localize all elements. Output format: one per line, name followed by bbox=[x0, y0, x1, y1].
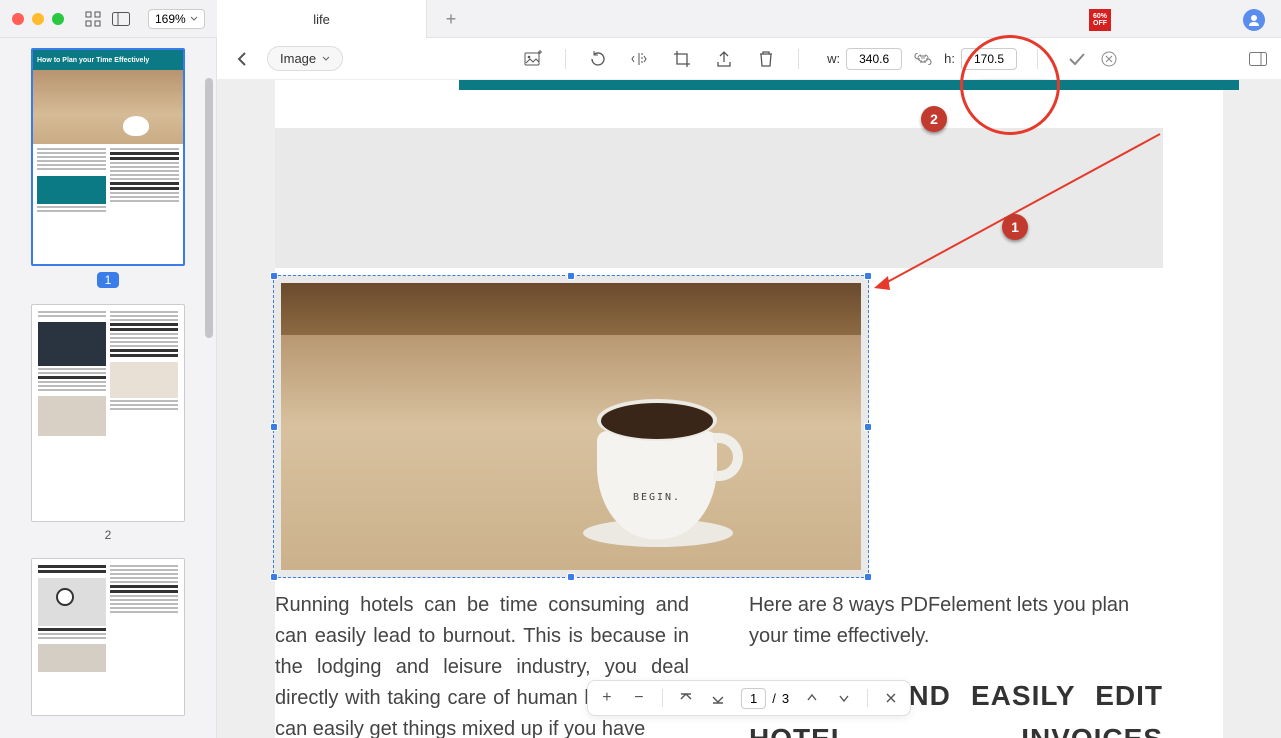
annotation-step-2: 2 bbox=[921, 106, 947, 132]
prev-page-button[interactable] bbox=[803, 689, 821, 707]
zoom-value: 169% bbox=[155, 12, 186, 26]
width-input[interactable] bbox=[846, 48, 902, 70]
document-page: BEGIN. Running hotels can be time consum… bbox=[275, 80, 1223, 738]
total-pages: 3 bbox=[782, 691, 789, 706]
sidebar-toggle-icon[interactable] bbox=[112, 10, 130, 28]
crop-icon[interactable] bbox=[672, 49, 692, 69]
annotation-step-1: 1 bbox=[1002, 214, 1028, 240]
body-text-right: Here are 8 ways PDFelement lets you plan… bbox=[749, 590, 1163, 652]
resize-handle-bl[interactable] bbox=[270, 573, 278, 581]
export-icon[interactable] bbox=[714, 49, 734, 69]
scroll-bottom-button[interactable] bbox=[709, 689, 727, 707]
zoom-out-button[interactable]: − bbox=[630, 689, 648, 707]
scroll-top-button[interactable] bbox=[677, 689, 695, 707]
resize-handle-tl[interactable] bbox=[270, 272, 278, 280]
confirm-button[interactable] bbox=[1066, 48, 1088, 70]
add-tab-button[interactable]: + bbox=[436, 0, 466, 38]
page-nav-bar: + − 1 / 3 bbox=[587, 680, 911, 716]
promo-badge[interactable]: 60% OFF bbox=[1089, 9, 1111, 31]
page-header-bar bbox=[459, 80, 1239, 90]
edit-mode-dropdown[interactable]: Image bbox=[267, 46, 343, 71]
fullscreen-window-icon[interactable] bbox=[52, 13, 64, 25]
height-input[interactable] bbox=[961, 48, 1017, 70]
cup-text: BEGIN. bbox=[597, 492, 717, 503]
image-content: BEGIN. bbox=[281, 283, 861, 570]
link-dimensions-icon[interactable] bbox=[914, 53, 932, 65]
thumb-title: How to Plan your Time Effectively bbox=[33, 50, 183, 70]
zoom-in-button[interactable]: + bbox=[598, 689, 616, 707]
width-label: w: bbox=[827, 51, 840, 66]
back-button[interactable] bbox=[231, 48, 253, 70]
delete-icon[interactable] bbox=[756, 49, 776, 69]
page-separator: / bbox=[772, 691, 776, 706]
next-page-button[interactable] bbox=[835, 689, 853, 707]
user-avatar[interactable] bbox=[1243, 9, 1265, 31]
document-tab[interactable]: life bbox=[217, 0, 427, 38]
page-thumbnail-1[interactable]: How to Plan your Time Effectively bbox=[31, 48, 185, 266]
replace-image-icon[interactable] bbox=[523, 49, 543, 69]
page-thumbnail-2[interactable] bbox=[31, 304, 185, 522]
close-nav-button[interactable] bbox=[882, 689, 900, 707]
image-toolbar: Image w: h: bbox=[217, 38, 1281, 80]
cancel-button[interactable] bbox=[1098, 48, 1120, 70]
resize-handle-br[interactable] bbox=[864, 573, 872, 581]
resize-handle-mr[interactable] bbox=[864, 423, 872, 431]
selected-image[interactable]: BEGIN. bbox=[273, 275, 869, 578]
sidebar-scrollbar[interactable] bbox=[205, 78, 213, 338]
page-number-2: 2 bbox=[105, 528, 112, 542]
thumbnail-sidebar: How to Plan your Time Effectively 1 bbox=[0, 38, 217, 738]
minimize-window-icon[interactable] bbox=[32, 13, 44, 25]
window-controls bbox=[0, 13, 64, 25]
resize-handle-tm[interactable] bbox=[567, 272, 575, 280]
current-page-input[interactable]: 1 bbox=[741, 688, 766, 709]
resize-handle-tr[interactable] bbox=[864, 272, 872, 280]
titlebar: 169% life + 60% OFF bbox=[0, 0, 1281, 38]
page-number-1: 1 bbox=[97, 272, 120, 288]
edit-mode-label: Image bbox=[280, 51, 316, 66]
document-tab-label: life bbox=[313, 12, 330, 27]
zoom-select[interactable]: 169% bbox=[148, 9, 205, 29]
canvas-area: BEGIN. Running hotels can be time consum… bbox=[217, 80, 1281, 738]
right-panel-toggle-icon[interactable] bbox=[1249, 52, 1267, 66]
resize-handle-ml[interactable] bbox=[270, 423, 278, 431]
close-window-icon[interactable] bbox=[12, 13, 24, 25]
flip-icon[interactable] bbox=[630, 49, 650, 69]
height-label: h: bbox=[944, 51, 955, 66]
grid-view-icon[interactable] bbox=[84, 10, 102, 28]
page-thumbnail-3[interactable] bbox=[31, 558, 185, 716]
resize-handle-bm[interactable] bbox=[567, 573, 575, 581]
rotate-icon[interactable] bbox=[588, 49, 608, 69]
